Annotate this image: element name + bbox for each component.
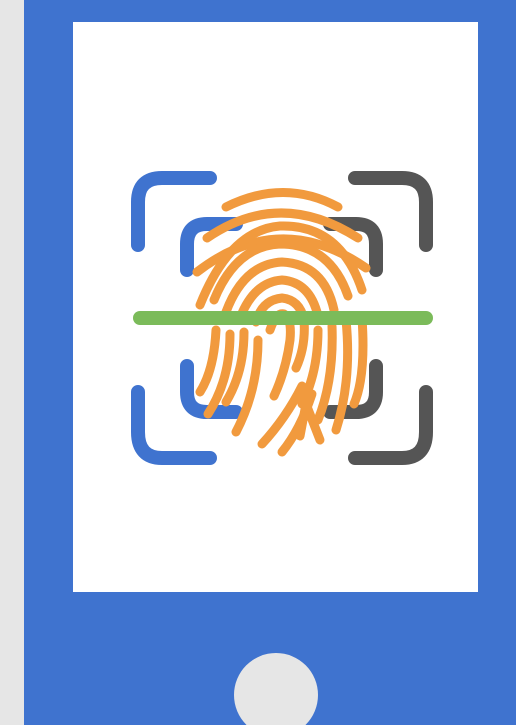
- scan-frame-icon: [348, 385, 433, 465]
- illustration: [0, 0, 516, 725]
- fingerprint-scan-art: [131, 171, 433, 465]
- scan-frame-icon: [131, 171, 217, 252]
- scan-frame-icon: [348, 171, 433, 252]
- scan-frame-icon: [131, 385, 217, 465]
